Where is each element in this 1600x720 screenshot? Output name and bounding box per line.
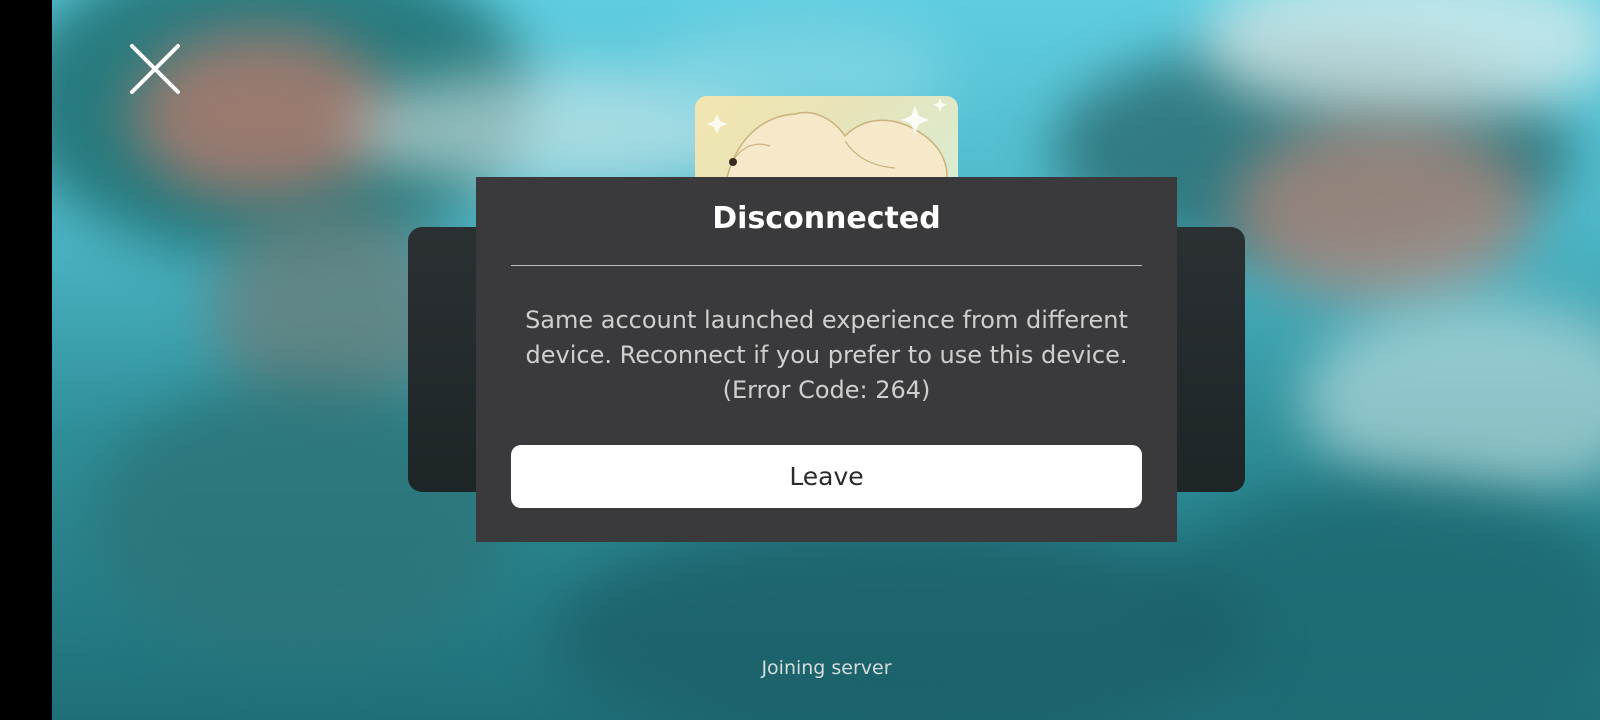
experience-thumbnail-image	[695, 96, 958, 186]
game-screen: Disconnected Same account launched exper…	[0, 0, 1600, 720]
close-button[interactable]	[124, 38, 186, 100]
leave-button[interactable]: Leave	[511, 445, 1142, 508]
dialog-title: Disconnected	[712, 201, 941, 236]
creature-artwork	[707, 98, 948, 186]
dialog-message: Same account launched experience from di…	[525, 306, 1128, 404]
joining-status-text: Joining server	[761, 657, 892, 679]
dialog-divider	[511, 265, 1142, 266]
close-icon	[130, 44, 180, 94]
disconnected-dialog: Disconnected Same account launched exper…	[476, 177, 1177, 542]
left-safe-area-bar	[0, 0, 52, 720]
